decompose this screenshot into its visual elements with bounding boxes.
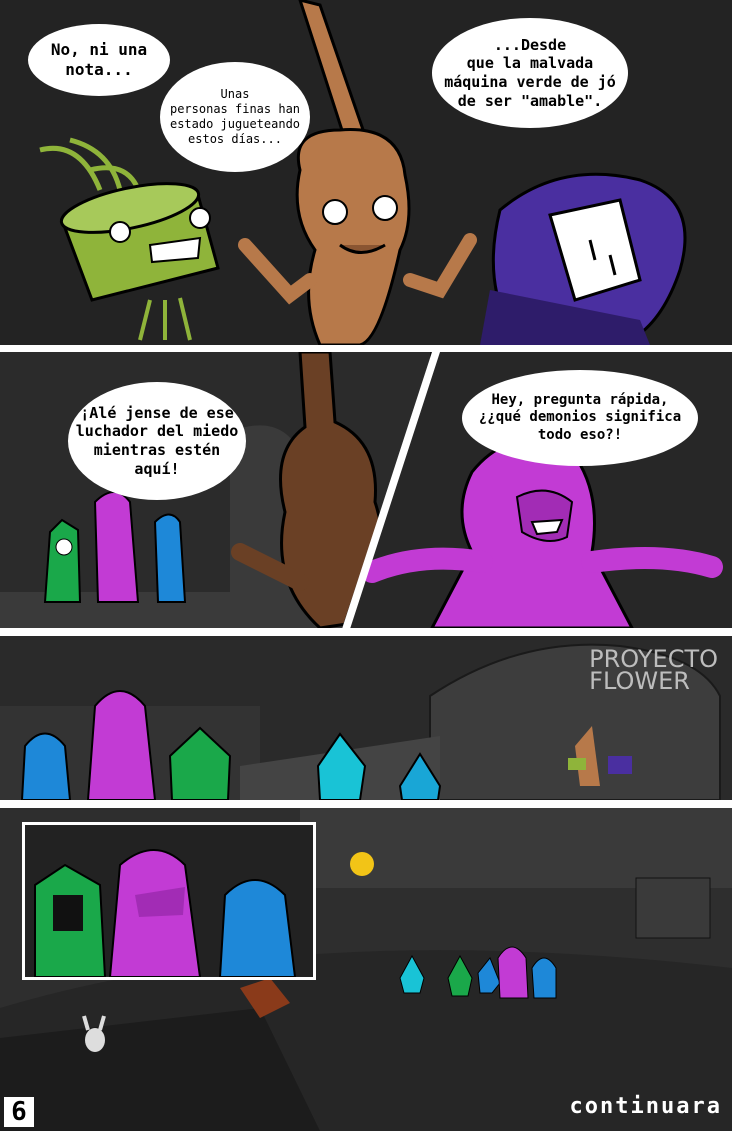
- divider-2: [0, 628, 732, 636]
- continue-label: continuara: [569, 1094, 722, 1119]
- watermark: PROYECTO FLOWER: [589, 647, 718, 695]
- piano-character: [480, 172, 687, 345]
- ralsei-character: [34, 863, 107, 977]
- susie-character: [108, 849, 202, 977]
- speech-bubble-susie-question: Hey, pregunta rápida, ¿¿qué demonios sig…: [462, 370, 698, 466]
- panel-5: [0, 808, 732, 1131]
- inset-frame: [22, 822, 316, 980]
- kris-character: [20, 732, 72, 800]
- kris-character: [153, 513, 187, 603]
- ralsei-character: [43, 518, 82, 603]
- divider-3: [0, 800, 732, 808]
- inset-art: [25, 825, 313, 977]
- divider-1: [0, 345, 732, 352]
- speech-bubble-piano: ...Desde que la malvada máquina verde de…: [432, 18, 628, 128]
- panel-1: No, ni una nota... Unas personas finas h…: [0, 0, 732, 345]
- susie-character: [86, 690, 157, 800]
- page-number: 6: [4, 1097, 34, 1127]
- kris-character: [218, 879, 297, 977]
- speech-bubble-drum: No, ni una nota...: [28, 24, 170, 96]
- speech-bubble-violin-warning: ¡Alé jense de ese luchador del miedo mie…: [68, 382, 246, 500]
- speech-bubble-violin: Unas personas finas han estado juguetean…: [160, 62, 310, 172]
- watermark-line-2: FLOWER: [589, 667, 690, 695]
